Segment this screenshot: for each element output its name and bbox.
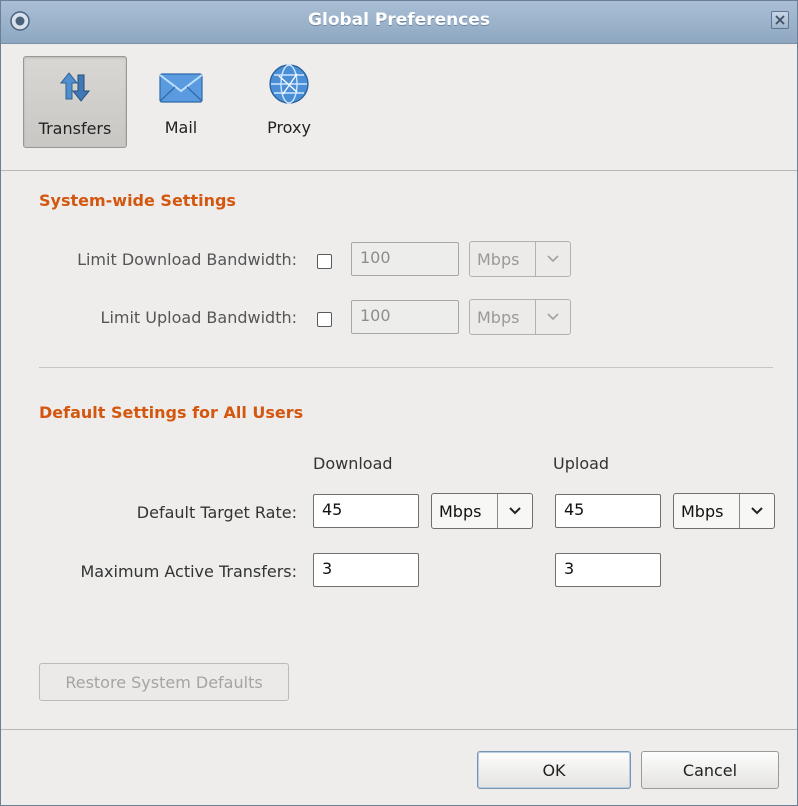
download-target-rate-unit-select[interactable]: Mbps — [431, 493, 533, 529]
global-preferences-window: Global Preferences Transfers Mail Proxy … — [0, 0, 798, 806]
download-max-active-input[interactable]: 3 — [313, 553, 419, 587]
preferences-toolbar: Transfers Mail Proxy — [1, 44, 797, 171]
max-active-transfers-label: Maximum Active Transfers: — [80, 562, 297, 581]
upload-target-rate-unit-value: Mbps — [681, 501, 724, 521]
chevron-down-icon — [547, 313, 559, 321]
window-title: Global Preferences — [308, 10, 490, 30]
footer-divider — [1, 729, 797, 730]
default-settings-heading: Default Settings for All Users — [39, 403, 304, 422]
tab-mail[interactable]: Mail — [129, 56, 233, 148]
limit-upload-checkbox[interactable] — [317, 312, 332, 327]
system-wide-heading: System-wide Settings — [39, 191, 236, 210]
transfers-arrows-icon — [59, 72, 91, 102]
ok-button[interactable]: OK — [477, 751, 631, 789]
download-column-header: Download — [313, 454, 393, 473]
limit-download-unit-value: Mbps — [477, 249, 520, 269]
mail-envelope-icon — [159, 73, 203, 103]
limit-download-input[interactable]: 100 — [351, 242, 459, 276]
section-divider — [39, 367, 773, 368]
tab-transfers[interactable]: Transfers — [23, 56, 127, 148]
tab-proxy[interactable]: Proxy — [237, 56, 341, 148]
upload-target-rate-input[interactable]: 45 — [555, 494, 661, 528]
cancel-button[interactable]: Cancel — [641, 751, 779, 789]
upload-target-rate-unit-select[interactable]: Mbps — [673, 493, 775, 529]
upload-column-header: Upload — [553, 454, 610, 473]
close-button[interactable] — [771, 11, 789, 29]
limit-download-checkbox[interactable] — [317, 254, 332, 269]
proxy-globe-icon — [269, 64, 309, 104]
limit-download-unit-select[interactable]: Mbps — [469, 241, 571, 277]
restore-system-defaults-button[interactable]: Restore System Defaults — [39, 663, 289, 701]
close-icon — [775, 15, 785, 25]
default-target-rate-label: Default Target Rate: — [136, 503, 297, 522]
limit-upload-unit-value: Mbps — [477, 307, 520, 327]
download-target-rate-input[interactable]: 45 — [313, 494, 419, 528]
tab-mail-label: Mail — [164, 118, 198, 137]
chevron-down-icon — [547, 255, 559, 263]
limit-upload-label: Limit Upload Bandwidth: — [100, 308, 297, 327]
chevron-down-icon — [509, 507, 521, 515]
chevron-down-icon — [751, 507, 763, 515]
upload-max-active-input[interactable]: 3 — [555, 553, 661, 587]
limit-upload-input[interactable]: 100 — [351, 300, 459, 334]
download-target-rate-unit-value: Mbps — [439, 501, 482, 521]
limit-download-label: Limit Download Bandwidth: — [77, 250, 297, 269]
tab-proxy-label: Proxy — [267, 118, 311, 137]
tab-transfers-label: Transfers — [38, 119, 112, 138]
title-bar[interactable]: Global Preferences — [1, 1, 797, 44]
limit-upload-unit-select[interactable]: Mbps — [469, 299, 571, 335]
